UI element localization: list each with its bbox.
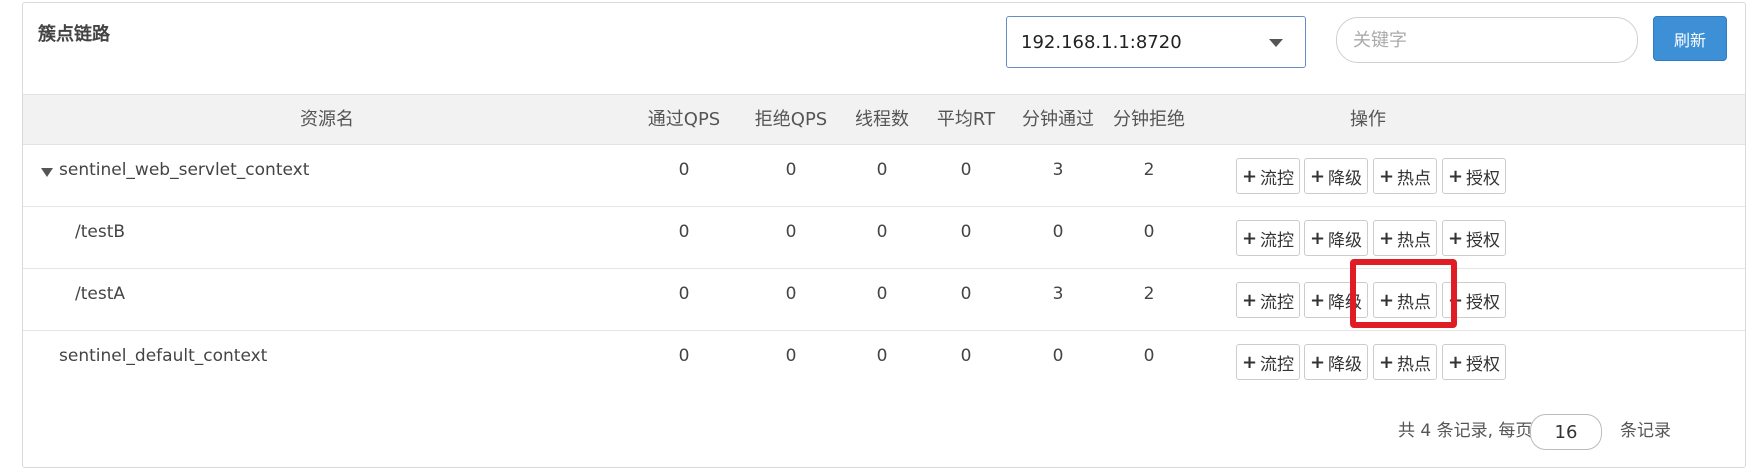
degrade-button[interactable]: + 降级 [1304,220,1368,256]
threads: 0 [876,284,888,304]
plus-icon: + [1309,289,1326,311]
avg-rt: 0 [960,284,972,304]
pass-qps: 0 [678,160,690,180]
hotspot-button[interactable]: + 热点 [1373,282,1437,318]
plus-icon: + [1447,289,1464,311]
threads: 0 [876,222,888,242]
hotspot-button[interactable]: + 热点 [1373,220,1437,256]
minute-block: 2 [1143,284,1155,304]
flow-control-button[interactable]: + 流控 [1236,344,1300,380]
column-header-threads: 线程数 [855,109,909,130]
degrade-button[interactable]: + 降级 [1304,344,1368,380]
flow-control-button[interactable]: + 流控 [1236,220,1300,256]
table-row: /testA 0 0 0 0 3 2 + 流控 + 降级 + 热点 + 授权 [23,269,1745,331]
table-row: /testB 0 0 0 0 0 0 + 流控 + 降级 + 热点 + 授权 [23,207,1745,269]
resource-name: sentinel_default_context [59,346,268,366]
column-header-block-qps: 拒绝QPS [754,109,828,130]
minute-block: 0 [1143,222,1155,242]
plus-icon: + [1378,227,1395,249]
plus-icon: + [1309,165,1326,187]
plus-icon: + [1309,351,1326,373]
minute-block: 2 [1143,160,1155,180]
table-header: 资源名 通过QPS 拒绝QPS 线程数 平均RT 分钟通过 分钟拒绝 操作 [23,94,1745,145]
plus-icon: + [1241,227,1258,249]
column-header-minute-block: 分钟拒绝 [1113,109,1185,130]
pass-qps: 0 [678,284,690,304]
keyword-search-input[interactable] [1336,17,1638,63]
minute-pass: 0 [1052,346,1064,366]
plus-icon: + [1378,351,1395,373]
caret-down-icon[interactable] [41,168,53,177]
hotspot-button[interactable]: + 热点 [1373,158,1437,194]
block-qps: 0 [785,160,797,180]
degrade-button[interactable]: + 降级 [1304,282,1368,318]
plus-icon: + [1241,165,1258,187]
plus-icon: + [1447,351,1464,373]
plus-icon: + [1241,351,1258,373]
plus-icon: + [1447,227,1464,249]
authority-button[interactable]: + 授权 [1442,344,1506,380]
column-header-resource: 资源名 [300,109,354,130]
block-qps: 0 [785,222,797,242]
plus-icon: + [1241,289,1258,311]
record-count-text: 共 4 条记录, 每页 [1398,421,1533,441]
plus-icon: + [1378,165,1395,187]
column-header-pass-qps: 通过QPS [647,109,721,130]
pass-qps: 0 [678,346,690,366]
degrade-button[interactable]: + 降级 [1304,158,1368,194]
resource-name: /testA [75,284,126,304]
avg-rt: 0 [960,222,972,242]
column-header-minute-pass: 分钟通过 [1022,109,1094,130]
page-size-input[interactable] [1530,414,1602,450]
records-label: 条记录 [1620,421,1671,441]
table-row: sentinel_web_servlet_context 0 0 0 0 3 2… [23,145,1745,207]
minute-block: 0 [1143,346,1155,366]
minute-pass: 3 [1052,284,1064,304]
resource-name: /testB [75,222,126,242]
pass-qps: 0 [678,222,690,242]
flow-control-button[interactable]: + 流控 [1236,158,1300,194]
authority-button[interactable]: + 授权 [1442,282,1506,318]
plus-icon: + [1309,227,1326,249]
authority-button[interactable]: + 授权 [1442,158,1506,194]
threads: 0 [876,160,888,180]
refresh-button[interactable]: 刷新 [1653,16,1727,61]
plus-icon: + [1447,165,1464,187]
hotspot-button[interactable]: + 热点 [1373,344,1437,380]
block-qps: 0 [785,346,797,366]
threads: 0 [876,346,888,366]
column-header-actions: 操作 [1350,109,1386,130]
machine-select-value: 192.168.1.1:8720 [1021,31,1182,53]
authority-button[interactable]: + 授权 [1442,220,1506,256]
caret-down-icon [1269,39,1283,47]
minute-pass: 3 [1052,160,1064,180]
avg-rt: 0 [960,346,972,366]
plus-icon: + [1378,289,1395,311]
machine-select[interactable]: 192.168.1.1:8720 [1006,16,1306,68]
resource-name: sentinel_web_servlet_context [59,160,310,180]
column-header-avg-rt: 平均RT [936,109,996,130]
page-title: 簇点链路 [38,24,110,45]
block-qps: 0 [785,284,797,304]
minute-pass: 0 [1052,222,1064,242]
flow-control-button[interactable]: + 流控 [1236,282,1300,318]
avg-rt: 0 [960,160,972,180]
table-row: sentinel_default_context 0 0 0 0 0 0 + 流控… [23,331,1745,393]
